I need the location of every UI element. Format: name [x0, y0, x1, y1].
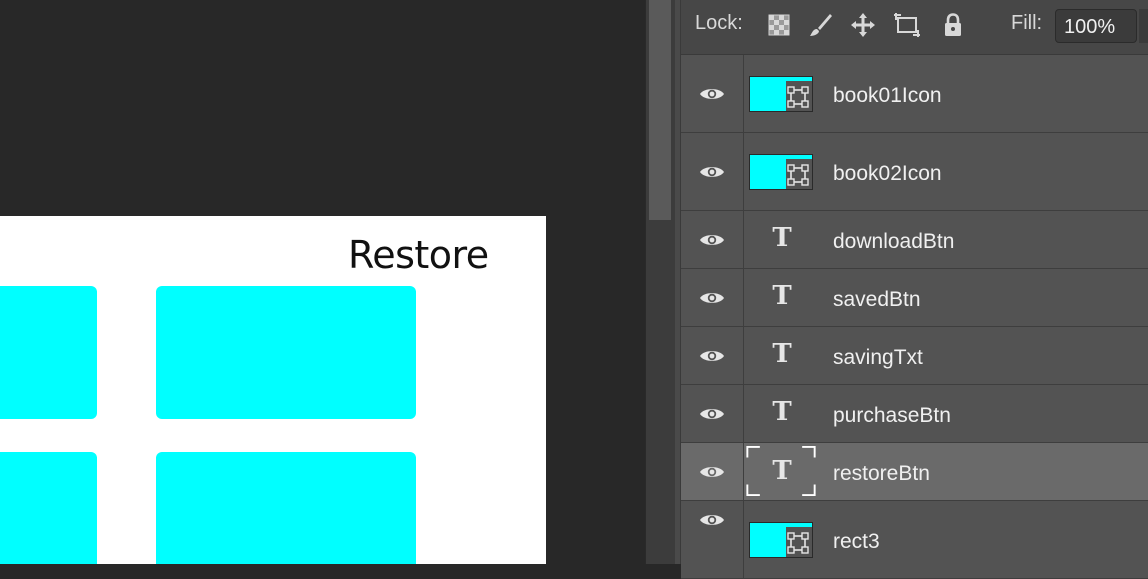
eye-icon [700, 88, 724, 99]
layer-name: rect3 [833, 530, 880, 553]
lock-all-icon[interactable] [939, 11, 967, 39]
layer-name: restoreBtn [833, 462, 930, 485]
layer-row-restorebtn[interactable]: T restoreBtn [681, 443, 1148, 501]
layer-row-downloadbtn[interactable]: T downloadBtn [681, 211, 1148, 269]
fill-dropdown-toggle[interactable] [1139, 9, 1148, 43]
restore-text[interactable]: Restore [348, 236, 489, 274]
lock-artboard-icon[interactable] [893, 11, 921, 39]
fill-label: Fill: [1011, 12, 1043, 34]
eye-icon [700, 234, 724, 245]
layer-name: savedBtn [833, 288, 921, 311]
eye-icon [700, 408, 724, 419]
layer-name: purchaseBtn [833, 404, 951, 427]
scrollbar-thumb[interactable] [649, 0, 671, 220]
layer-row-savedbtn[interactable]: T savedBtn [681, 269, 1148, 327]
eye-icon [700, 292, 724, 303]
lock-image-pixels-icon[interactable] [807, 11, 835, 39]
visibility-toggle[interactable] [681, 133, 744, 210]
visibility-toggle[interactable] [681, 501, 744, 578]
visibility-toggle[interactable] [681, 55, 744, 132]
shape-thumbnail-icon [749, 154, 813, 190]
type-layer-icon: T [772, 456, 792, 486]
type-layer-icon: T [772, 281, 792, 311]
layer-name: book02Icon [833, 162, 942, 185]
canvas-scrollbar[interactable] [645, 0, 680, 564]
visibility-toggle[interactable] [681, 327, 744, 384]
shape-thumbnail-icon [749, 76, 813, 112]
cyan-rectangle[interactable] [0, 286, 97, 419]
visibility-toggle[interactable] [681, 269, 744, 326]
eye-icon [700, 166, 724, 177]
layer-row-rect3[interactable]: rect3 [681, 501, 1148, 579]
layer-row-purchasebtn[interactable]: T purchaseBtn [681, 385, 1148, 443]
layer-row-savingtxt[interactable]: T savingTxt [681, 327, 1148, 385]
lock-position-icon[interactable] [849, 11, 877, 39]
type-layer-icon: T [772, 397, 792, 427]
type-layer-icon: T [772, 223, 792, 253]
layer-row-book02icon[interactable]: book02Icon [681, 133, 1148, 211]
visibility-toggle[interactable] [681, 443, 744, 500]
fill-opacity-input[interactable]: 100% [1055, 9, 1137, 43]
layer-name: savingTxt [833, 346, 923, 369]
document-canvas[interactable]: Restore [0, 216, 546, 564]
cyan-rectangle[interactable] [156, 286, 416, 419]
eye-icon [700, 350, 724, 361]
cyan-rectangle[interactable] [156, 452, 416, 564]
layer-name: book01Icon [833, 84, 942, 107]
cyan-rectangle[interactable] [0, 452, 97, 564]
layers-panel: Lock: Fill: 100% book01Icon book02Icon T… [680, 0, 1148, 579]
visibility-toggle[interactable] [681, 385, 744, 442]
eye-icon [700, 514, 724, 525]
eye-icon [700, 466, 724, 477]
visibility-toggle[interactable] [681, 211, 744, 268]
shape-thumbnail-icon [749, 522, 813, 558]
lock-label: Lock: [695, 12, 743, 34]
canvas-area[interactable]: Restore [0, 0, 645, 564]
type-layer-icon: T [772, 339, 792, 369]
layer-row-book01icon[interactable]: book01Icon [681, 55, 1148, 133]
lock-transparent-pixels-icon[interactable] [765, 11, 793, 39]
lock-bar: Lock: Fill: 100% [681, 0, 1148, 55]
layer-name: downloadBtn [833, 230, 955, 253]
